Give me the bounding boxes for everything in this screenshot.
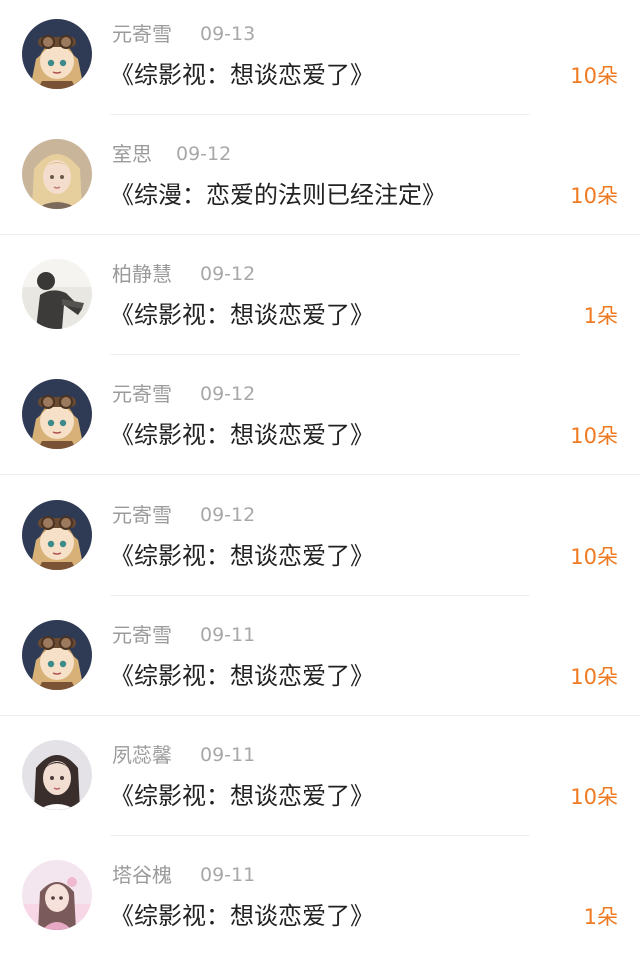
anime-goggles-avatar-icon — [22, 379, 92, 449]
avatar[interactable] — [22, 139, 92, 209]
timestamp: 09-11 — [200, 744, 256, 766]
divider — [110, 114, 530, 115]
blonde-girl-avatar-icon — [22, 139, 92, 209]
timestamp: 09-12 — [200, 383, 256, 405]
flower-count: 10朵 — [570, 545, 618, 569]
pink-girl-avatar-icon — [22, 860, 92, 930]
book-title[interactable]: 《综影视：想谈恋爱了》 — [110, 418, 374, 452]
flower-count: 10朵 — [570, 184, 618, 208]
flower-count: 1朵 — [583, 304, 618, 328]
list-item[interactable]: 塔谷槐 09-11 《综影视：想谈恋爱了》 1朵 — [0, 841, 640, 961]
list-item[interactable]: 元寄雪 09-12 《综影视：想谈恋爱了》 10朵 — [0, 360, 640, 480]
divider — [110, 835, 530, 836]
divider — [0, 234, 640, 235]
book-title[interactable]: 《综影视：想谈恋爱了》 — [110, 779, 374, 813]
divider — [0, 715, 640, 716]
anime-goggles-avatar-icon — [22, 620, 92, 690]
divider — [110, 354, 520, 355]
list-item[interactable]: 夙蕊馨 09-11 《综影视：想谈恋爱了》 10朵 — [0, 721, 640, 841]
book-title[interactable]: 《综影视：想谈恋爱了》 — [110, 899, 374, 933]
avatar[interactable] — [22, 259, 92, 329]
book-title[interactable]: 《综影视：想谈恋爱了》 — [110, 539, 374, 573]
list-item[interactable]: 元寄雪 09-11 《综影视：想谈恋爱了》 10朵 — [0, 601, 640, 721]
username[interactable]: 元寄雪 — [112, 22, 172, 46]
flower-count: 10朵 — [570, 785, 618, 809]
username[interactable]: 塔谷槐 — [112, 863, 172, 887]
woman-portrait-avatar-icon — [22, 740, 92, 810]
divider — [0, 474, 640, 475]
avatar[interactable] — [22, 19, 92, 89]
timestamp: 09-13 — [200, 23, 256, 45]
list-item[interactable]: 元寄雪 09-12 《综影视：想谈恋爱了》 10朵 — [0, 481, 640, 601]
anime-goggles-avatar-icon — [22, 500, 92, 570]
timestamp: 09-12 — [176, 143, 232, 165]
flower-count: 10朵 — [570, 64, 618, 88]
timestamp: 09-11 — [200, 864, 256, 886]
gift-record-list: 元寄雪 09-13 《综影视：想谈恋爱了》 10朵 室思 09-12 《综漫：恋… — [0, 0, 640, 948]
username[interactable]: 元寄雪 — [112, 503, 172, 527]
avatar[interactable] — [22, 860, 92, 930]
avatar[interactable] — [22, 620, 92, 690]
username[interactable]: 柏静慧 — [112, 262, 172, 286]
divider — [110, 595, 530, 596]
book-title[interactable]: 《综影视：想谈恋爱了》 — [110, 298, 374, 332]
avatar[interactable] — [22, 379, 92, 449]
username[interactable]: 夙蕊馨 — [112, 743, 172, 767]
flower-count: 1朵 — [583, 905, 618, 929]
timestamp: 09-11 — [200, 624, 256, 646]
book-title[interactable]: 《综影视：想谈恋爱了》 — [110, 659, 374, 693]
timestamp: 09-12 — [200, 504, 256, 526]
avatar[interactable] — [22, 740, 92, 810]
list-item[interactable]: 室思 09-12 《综漫：恋爱的法则已经注定》 10朵 — [0, 120, 640, 240]
username[interactable]: 室思 — [112, 142, 152, 166]
username[interactable]: 元寄雪 — [112, 382, 172, 406]
username[interactable]: 元寄雪 — [112, 623, 172, 647]
book-title[interactable]: 《综影视：想谈恋爱了》 — [110, 58, 374, 92]
list-item[interactable]: 元寄雪 09-13 《综影视：想谈恋爱了》 10朵 — [0, 0, 640, 120]
person-photo-avatar-icon — [22, 259, 92, 329]
anime-goggles-avatar-icon — [22, 19, 92, 89]
avatar[interactable] — [22, 500, 92, 570]
timestamp: 09-12 — [200, 263, 256, 285]
list-item[interactable]: 柏静慧 09-12 《综影视：想谈恋爱了》 1朵 — [0, 240, 640, 360]
flower-count: 10朵 — [570, 424, 618, 448]
book-title[interactable]: 《综漫：恋爱的法则已经注定》 — [110, 178, 446, 212]
flower-count: 10朵 — [570, 665, 618, 689]
